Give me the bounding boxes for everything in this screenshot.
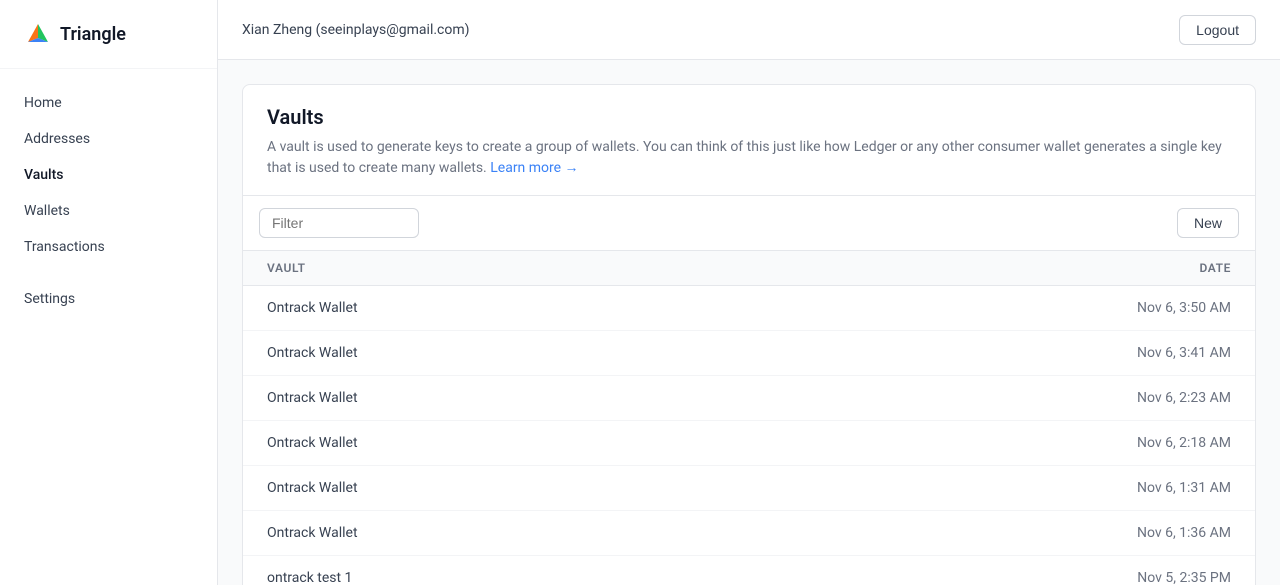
vault-name: Ontrack Wallet: [267, 525, 1011, 541]
vault-date: Nov 6, 3:41 AM: [1011, 345, 1231, 361]
table-row[interactable]: Ontrack Wallet Nov 6, 2:23 AM: [243, 376, 1255, 421]
table-row[interactable]: Ontrack Wallet Nov 6, 3:41 AM: [243, 331, 1255, 376]
table-row[interactable]: Ontrack Wallet Nov 6, 1:36 AM: [243, 511, 1255, 556]
logo-container: Triangle: [0, 0, 217, 69]
logout-button[interactable]: Logout: [1179, 15, 1256, 45]
sidebar: Triangle Home Addresses Vaults Wallets T…: [0, 0, 218, 585]
table-body: Ontrack Wallet Nov 6, 3:50 AM Ontrack Wa…: [243, 286, 1255, 585]
vault-name: Ontrack Wallet: [267, 480, 1011, 496]
learn-more-link[interactable]: Learn more →: [490, 160, 578, 176]
sidebar-item-settings[interactable]: Settings: [0, 281, 217, 317]
description-text: A vault is used to generate keys to crea…: [267, 139, 1222, 176]
column-header-vault: VAULT: [267, 261, 1011, 275]
table-row[interactable]: Ontrack Wallet Nov 6, 1:31 AM: [243, 466, 1255, 511]
topbar: Xian Zheng (seeinplays@gmail.com) Logout: [218, 0, 1280, 60]
vaults-card: Vaults A vault is used to generate keys …: [242, 84, 1256, 585]
filter-input[interactable]: [259, 208, 419, 238]
vault-name: Ontrack Wallet: [267, 300, 1011, 316]
table-row[interactable]: Ontrack Wallet Nov 6, 2:18 AM: [243, 421, 1255, 466]
vault-name: Ontrack Wallet: [267, 390, 1011, 406]
user-info: Xian Zheng (seeinplays@gmail.com): [242, 22, 470, 38]
table-row[interactable]: Ontrack Wallet Nov 6, 3:50 AM: [243, 286, 1255, 331]
column-header-date: DATE: [1011, 261, 1231, 275]
sidebar-item-addresses[interactable]: Addresses: [0, 121, 217, 157]
vault-date: Nov 6, 2:18 AM: [1011, 435, 1231, 451]
card-header: Vaults A vault is used to generate keys …: [243, 85, 1255, 196]
vault-name: Ontrack Wallet: [267, 345, 1011, 361]
vault-date: Nov 5, 2:35 PM: [1011, 570, 1231, 585]
new-button[interactable]: New: [1177, 208, 1239, 238]
table-row[interactable]: ontrack test 1 Nov 5, 2:35 PM: [243, 556, 1255, 585]
table-header: VAULT DATE: [243, 251, 1255, 286]
logo-text: Triangle: [60, 24, 126, 45]
page-title: Vaults: [267, 105, 1231, 129]
page-content: Vaults A vault is used to generate keys …: [218, 60, 1280, 585]
sidebar-item-wallets[interactable]: Wallets: [0, 193, 217, 229]
sidebar-item-transactions[interactable]: Transactions: [0, 229, 217, 265]
sidebar-item-vaults[interactable]: Vaults: [0, 157, 217, 193]
vault-name: Ontrack Wallet: [267, 435, 1011, 451]
sidebar-item-home[interactable]: Home: [0, 85, 217, 121]
page-description: A vault is used to generate keys to crea…: [267, 137, 1231, 179]
vault-date: Nov 6, 1:31 AM: [1011, 480, 1231, 496]
main-content: Xian Zheng (seeinplays@gmail.com) Logout…: [218, 0, 1280, 585]
vault-date: Nov 6, 3:50 AM: [1011, 300, 1231, 316]
vault-date: Nov 6, 2:23 AM: [1011, 390, 1231, 406]
triangle-logo-icon: [24, 20, 52, 48]
vault-name: ontrack test 1: [267, 570, 1011, 585]
sidebar-navigation: Home Addresses Vaults Wallets Transactio…: [0, 69, 217, 333]
toolbar: New: [243, 196, 1255, 251]
vault-date: Nov 6, 1:36 AM: [1011, 525, 1231, 541]
